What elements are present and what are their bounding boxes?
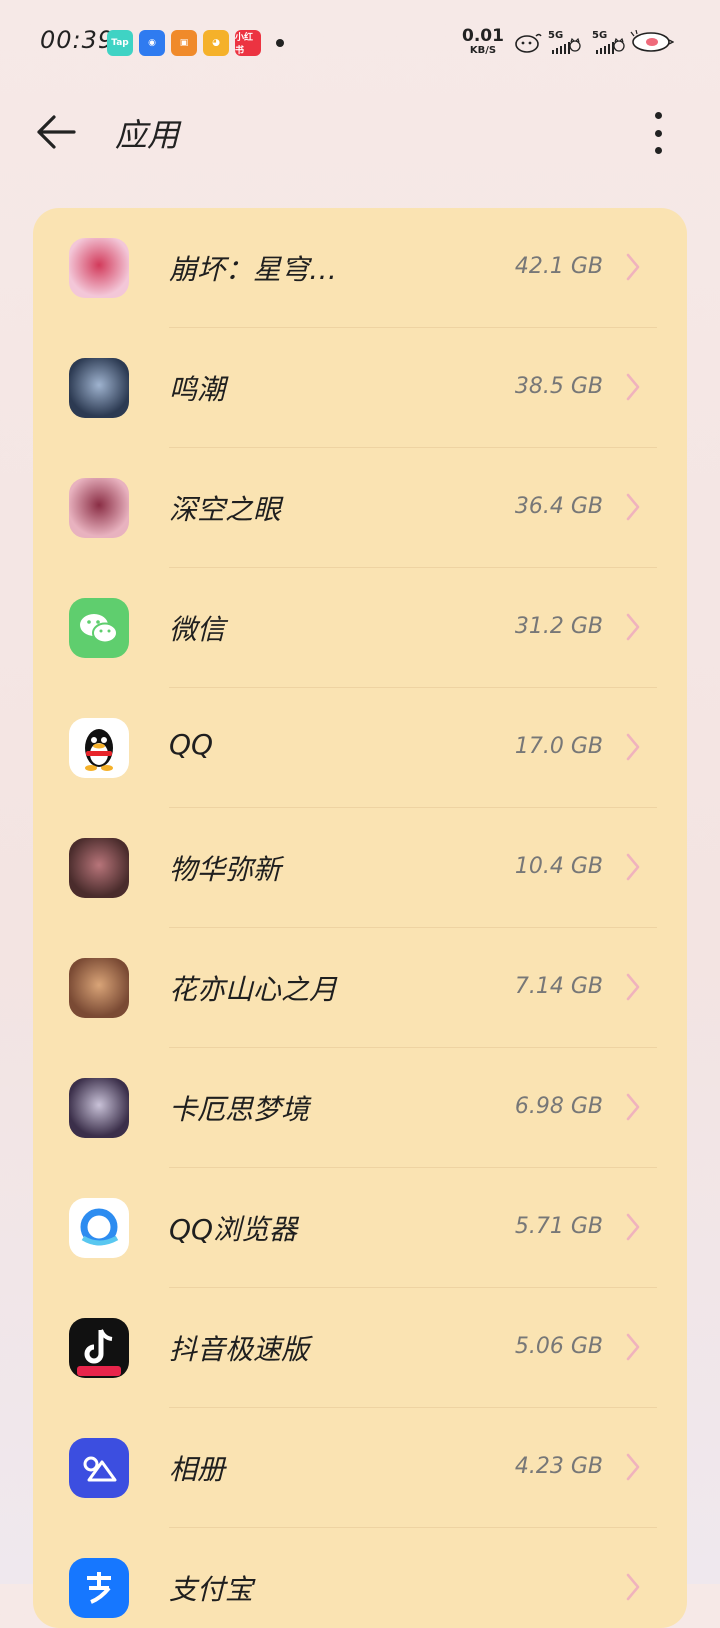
- sim2-network-type: 5G: [592, 30, 608, 41]
- notification-icon: Tap: [107, 30, 133, 56]
- alipay-icon: [69, 1558, 129, 1618]
- app-name: 微信: [169, 613, 226, 646]
- app-storage-size: 5.06 GB: [514, 1334, 603, 1359]
- chevron-right-icon: [626, 1093, 640, 1121]
- mascot-icon: [515, 33, 542, 53]
- app-list-item[interactable]: 微信 31.2 GB: [33, 568, 687, 688]
- network-speed: 0.01 KB/S: [462, 28, 504, 56]
- app-name: 花亦山心之月: [169, 973, 338, 1006]
- notification-icon: 小红书: [235, 30, 261, 56]
- app-list-item[interactable]: 鸣潮 38.5 GB: [33, 328, 687, 448]
- cat-face-icon: [569, 38, 581, 52]
- cat-face-icon: [613, 38, 625, 52]
- app-storage-size: 36.4 GB: [514, 494, 603, 519]
- app-name: 相册: [169, 1453, 226, 1486]
- app-storage-size: 10.4 GB: [514, 854, 603, 879]
- chevron-right-icon: [626, 853, 640, 881]
- chevron-right-icon: [626, 1573, 640, 1601]
- notification-icon: ◕: [203, 30, 229, 56]
- more-notifications-dot: [276, 39, 284, 47]
- douyin-lite-icon: [69, 1318, 129, 1378]
- app-name: 深空之眼: [169, 493, 282, 526]
- chevron-right-icon: [626, 493, 640, 521]
- app-name: QQ浏览器: [169, 1213, 298, 1246]
- qq-icon: [69, 718, 129, 778]
- app-list-item[interactable]: 抖音极速版 5.06 GB: [33, 1288, 687, 1408]
- app-storage-size: 5.71 GB: [514, 1214, 603, 1239]
- network-speed-value: 0.01: [462, 26, 504, 46]
- gallery-icon: [69, 1438, 129, 1498]
- status-bar: 00:39 Tap ◉ ▣ ◕ 小红书 0.01 KB/S 5G 5G: [0, 0, 720, 86]
- chevron-right-icon: [626, 613, 640, 641]
- wechat-icon: [69, 598, 129, 658]
- page-title: 应用: [115, 116, 180, 154]
- more-options-icon[interactable]: [640, 108, 676, 158]
- chevron-right-icon: [626, 1333, 640, 1361]
- app-name: 崩坏：星穹…: [169, 253, 338, 286]
- chevron-right-icon: [626, 253, 640, 281]
- qq-browser-icon: [69, 1198, 129, 1258]
- app-list-item[interactable]: 支付宝: [33, 1528, 687, 1628]
- chevron-right-icon: [626, 1213, 640, 1241]
- app-list-item[interactable]: 相册 4.23 GB: [33, 1408, 687, 1528]
- chevron-right-icon: [626, 733, 640, 761]
- app-storage-list: 崩坏：星穹… 42.1 GB 鸣潮 38.5 GB 深空之眼 36.4 GB 微信 31.2 …: [33, 208, 687, 1628]
- app-header: 应用: [0, 86, 720, 182]
- status-time: 00:39: [40, 26, 115, 54]
- sim1-network-type: 5G: [548, 30, 564, 41]
- wuthering-waves-icon: [69, 358, 129, 418]
- app-list-item[interactable]: QQ 17.0 GB: [33, 688, 687, 808]
- battery-icon: [630, 30, 674, 52]
- aether-gazer-icon: [69, 478, 129, 538]
- app-list-item[interactable]: 崩坏：星穹… 42.1 GB: [33, 208, 687, 328]
- app-storage-size: 31.2 GB: [514, 614, 603, 639]
- chaos-dream-icon: [69, 1078, 129, 1138]
- app-list-item[interactable]: 深空之眼 36.4 GB: [33, 448, 687, 568]
- app-list-item[interactable]: QQ浏览器 5.71 GB: [33, 1168, 687, 1288]
- app-list-item[interactable]: 物华弥新 10.4 GB: [33, 808, 687, 928]
- back-arrow-icon[interactable]: [34, 112, 78, 152]
- app-list-item[interactable]: 花亦山心之月 7.14 GB: [33, 928, 687, 1048]
- app-list-item[interactable]: 卡厄思梦境 6.98 GB: [33, 1048, 687, 1168]
- app-name: 支付宝: [169, 1573, 254, 1606]
- app-name: 物华弥新: [169, 853, 282, 886]
- chevron-right-icon: [626, 373, 640, 401]
- wuhua-mixin-icon: [69, 838, 129, 898]
- app-storage-size: 7.14 GB: [514, 974, 603, 999]
- app-name: QQ: [169, 728, 214, 761]
- app-name: 抖音极速版: [169, 1333, 310, 1366]
- huayi-shanxin-icon: [69, 958, 129, 1018]
- app-storage-size: 38.5 GB: [514, 374, 603, 399]
- app-storage-size: 4.23 GB: [514, 1454, 603, 1479]
- chevron-right-icon: [626, 973, 640, 1001]
- app-storage-size: 6.98 GB: [514, 1094, 603, 1119]
- network-speed-unit: KB/S: [469, 45, 497, 56]
- app-storage-size: 42.1 GB: [514, 254, 603, 279]
- chevron-right-icon: [626, 1453, 640, 1481]
- app-name: 鸣潮: [169, 373, 226, 406]
- honkai-star-rail-icon: [69, 238, 129, 298]
- app-storage-size: 17.0 GB: [514, 734, 603, 759]
- notification-icon: ▣: [171, 30, 197, 56]
- notification-icon: ◉: [139, 30, 165, 56]
- app-name: 卡厄思梦境: [169, 1093, 310, 1126]
